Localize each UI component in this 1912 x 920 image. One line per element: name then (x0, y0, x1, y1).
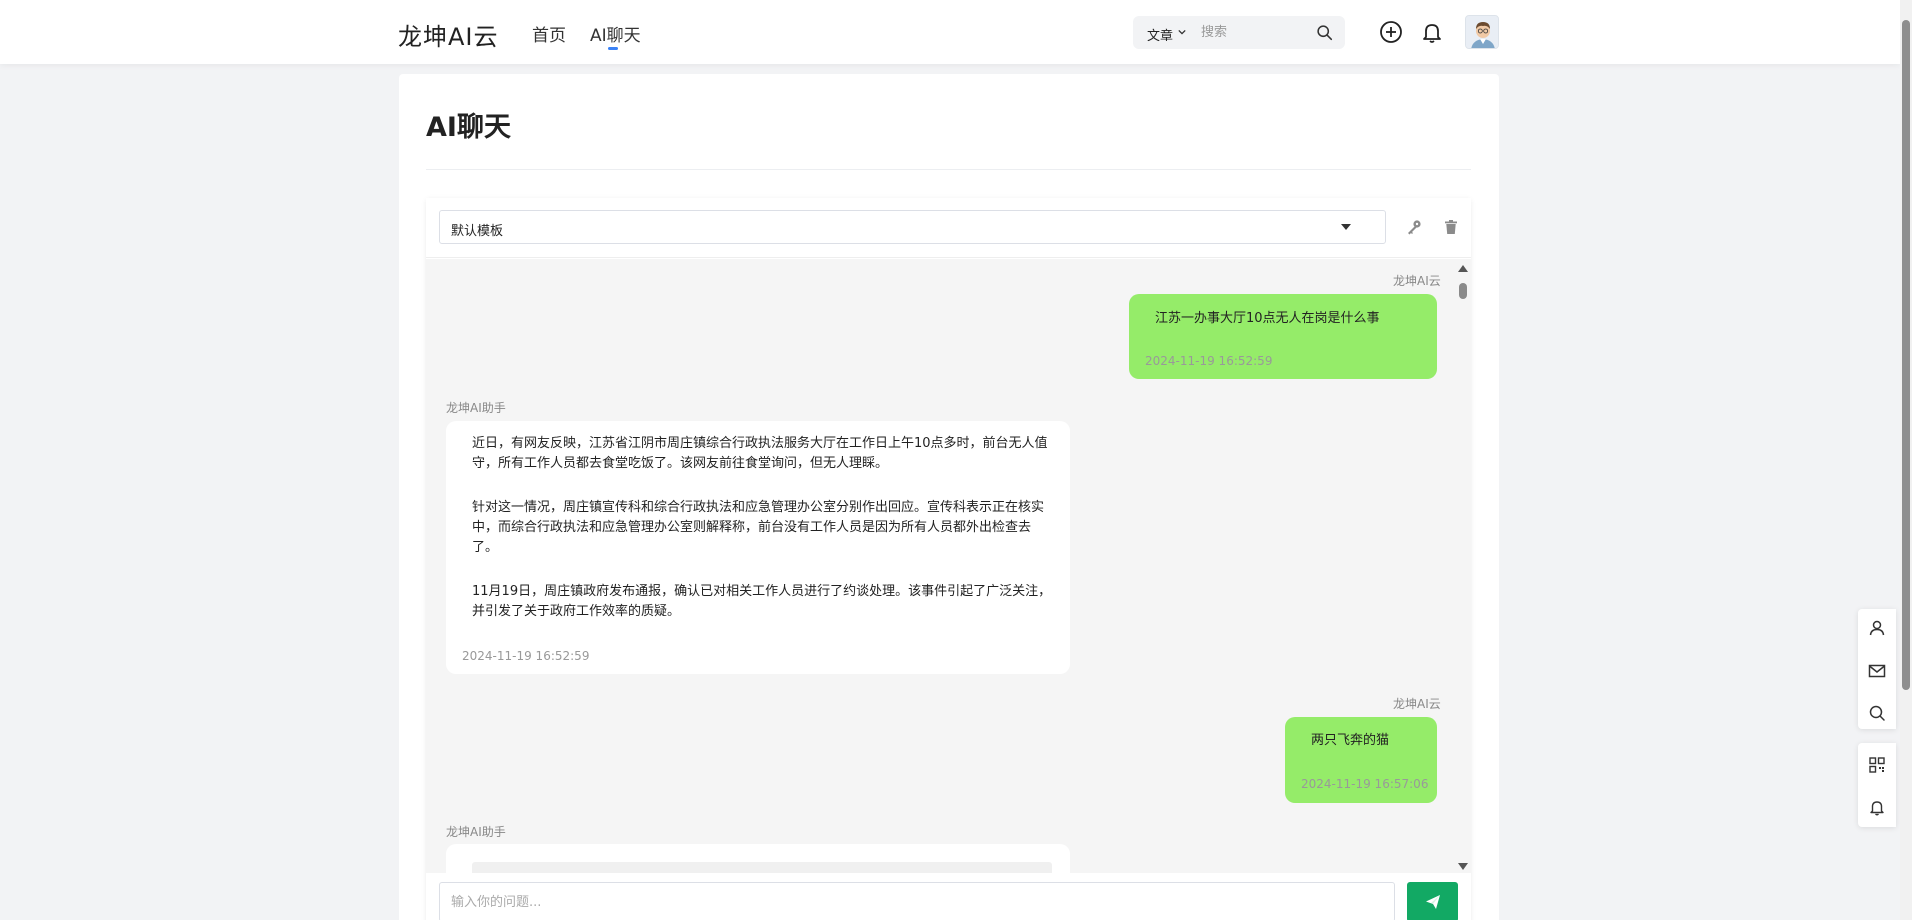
message-scrollbar-thumb[interactable] (1459, 283, 1467, 299)
avatar[interactable] (1465, 15, 1499, 49)
mail-icon[interactable] (1867, 661, 1887, 681)
top-header: 龙坤AI云 首页 AI聊天 文章 (0, 0, 1900, 64)
qrcode-icon[interactable] (1867, 755, 1887, 775)
ai-message-bubble (446, 844, 1070, 873)
title-divider (426, 169, 1471, 170)
message-text: 江苏一办事大厅10点无人在岗是什么事 (1155, 311, 1380, 326)
nav-home[interactable]: 首页 (532, 21, 566, 46)
chat-panel: 默认模板 龙坤AI云 江苏一办事大厅10点无人在岗是什么事 2024-11-19… (426, 198, 1471, 920)
input-area (426, 873, 1471, 920)
user-message-bubble: 两只飞奔的猫 2024-11-19 16:57:06 (1285, 717, 1437, 803)
code-block (472, 862, 1052, 873)
search-box: 文章 (1133, 16, 1345, 49)
search-icon[interactable] (1316, 24, 1333, 41)
trash-icon[interactable] (1442, 218, 1460, 236)
scroll-down-arrow-icon[interactable] (1458, 863, 1468, 870)
page-scrollbar[interactable] (1900, 0, 1912, 920)
side-toolbar (1858, 609, 1896, 729)
message-time: 2024-11-19 16:52:59 (462, 649, 590, 663)
message-text: 两只飞奔的猫 (1311, 733, 1390, 748)
user-icon[interactable] (1867, 618, 1887, 638)
send-icon (1425, 895, 1440, 909)
message-paragraph: 针对这一情况，周庄镇宣传科和综合行政执法和应急管理办公室分别作出回应。宣传科表示… (472, 500, 1045, 555)
scroll-up-arrow-icon[interactable] (1458, 265, 1468, 272)
message-time: 2024-11-19 16:57:06 (1301, 777, 1429, 791)
template-select-value: 默认模板 (451, 224, 504, 239)
message-time: 2024-11-19 16:52:59 (1145, 354, 1273, 368)
chevron-down-icon[interactable] (1178, 28, 1186, 36)
message-text: 近日，有网友反映，江苏省江阴市周庄镇综合行政执法服务大厅在工作日上午10点多时，… (472, 434, 1052, 646)
page-scrollbar-thumb[interactable] (1902, 20, 1910, 690)
message-sender: 龙坤AI助手 (446, 825, 506, 839)
page-title: AI聊天 (426, 112, 511, 143)
search-input[interactable] (1201, 21, 1311, 43)
search-category-select[interactable]: 文章 (1147, 25, 1173, 44)
ai-message-bubble: 近日，有网友反映，江苏省江阴市周庄镇综合行政执法服务大厅在工作日上午10点多时，… (446, 421, 1070, 674)
user-message-bubble: 江苏一办事大厅10点无人在岗是什么事 2024-11-19 16:52:59 (1129, 294, 1437, 379)
message-paragraph: 11月19日，周庄镇政府发布通报，确认已对相关工作人员进行了约谈处理。该事件引起… (472, 584, 1052, 619)
nav-ai-chat[interactable]: AI聊天 (590, 21, 641, 46)
send-button[interactable] (1407, 882, 1458, 920)
site-logo[interactable]: 龙坤AI云 (398, 17, 499, 52)
message-paragraph: 近日，有网友反映，江苏省江阴市周庄镇综合行政执法服务大厅在工作日上午10点多时，… (472, 436, 1048, 471)
side-toolbar-secondary (1858, 743, 1896, 827)
message-list[interactable]: 龙坤AI云 江苏一办事大厅10点无人在岗是什么事 2024-11-19 16:5… (426, 259, 1471, 873)
key-icon[interactable] (1405, 218, 1423, 236)
bell-icon[interactable] (1419, 19, 1445, 45)
search-icon[interactable] (1867, 703, 1887, 723)
bell-icon[interactable] (1867, 797, 1887, 817)
main-card: AI聊天 默认模板 龙坤AI云 江苏一办事大厅10点无人在岗是什么事 2024-… (399, 74, 1499, 920)
question-input[interactable] (439, 882, 1395, 920)
plus-circle-icon[interactable] (1378, 19, 1404, 45)
message-sender: 龙坤AI助手 (446, 401, 506, 415)
nav-active-indicator (608, 47, 618, 50)
message-sender: 龙坤AI云 (1393, 697, 1441, 711)
avatar-icon (1466, 16, 1498, 48)
template-select[interactable]: 默认模板 (439, 210, 1386, 244)
message-sender: 龙坤AI云 (1393, 274, 1441, 288)
chat-toolbar: 默认模板 (426, 198, 1471, 258)
caret-down-icon (1341, 224, 1351, 230)
